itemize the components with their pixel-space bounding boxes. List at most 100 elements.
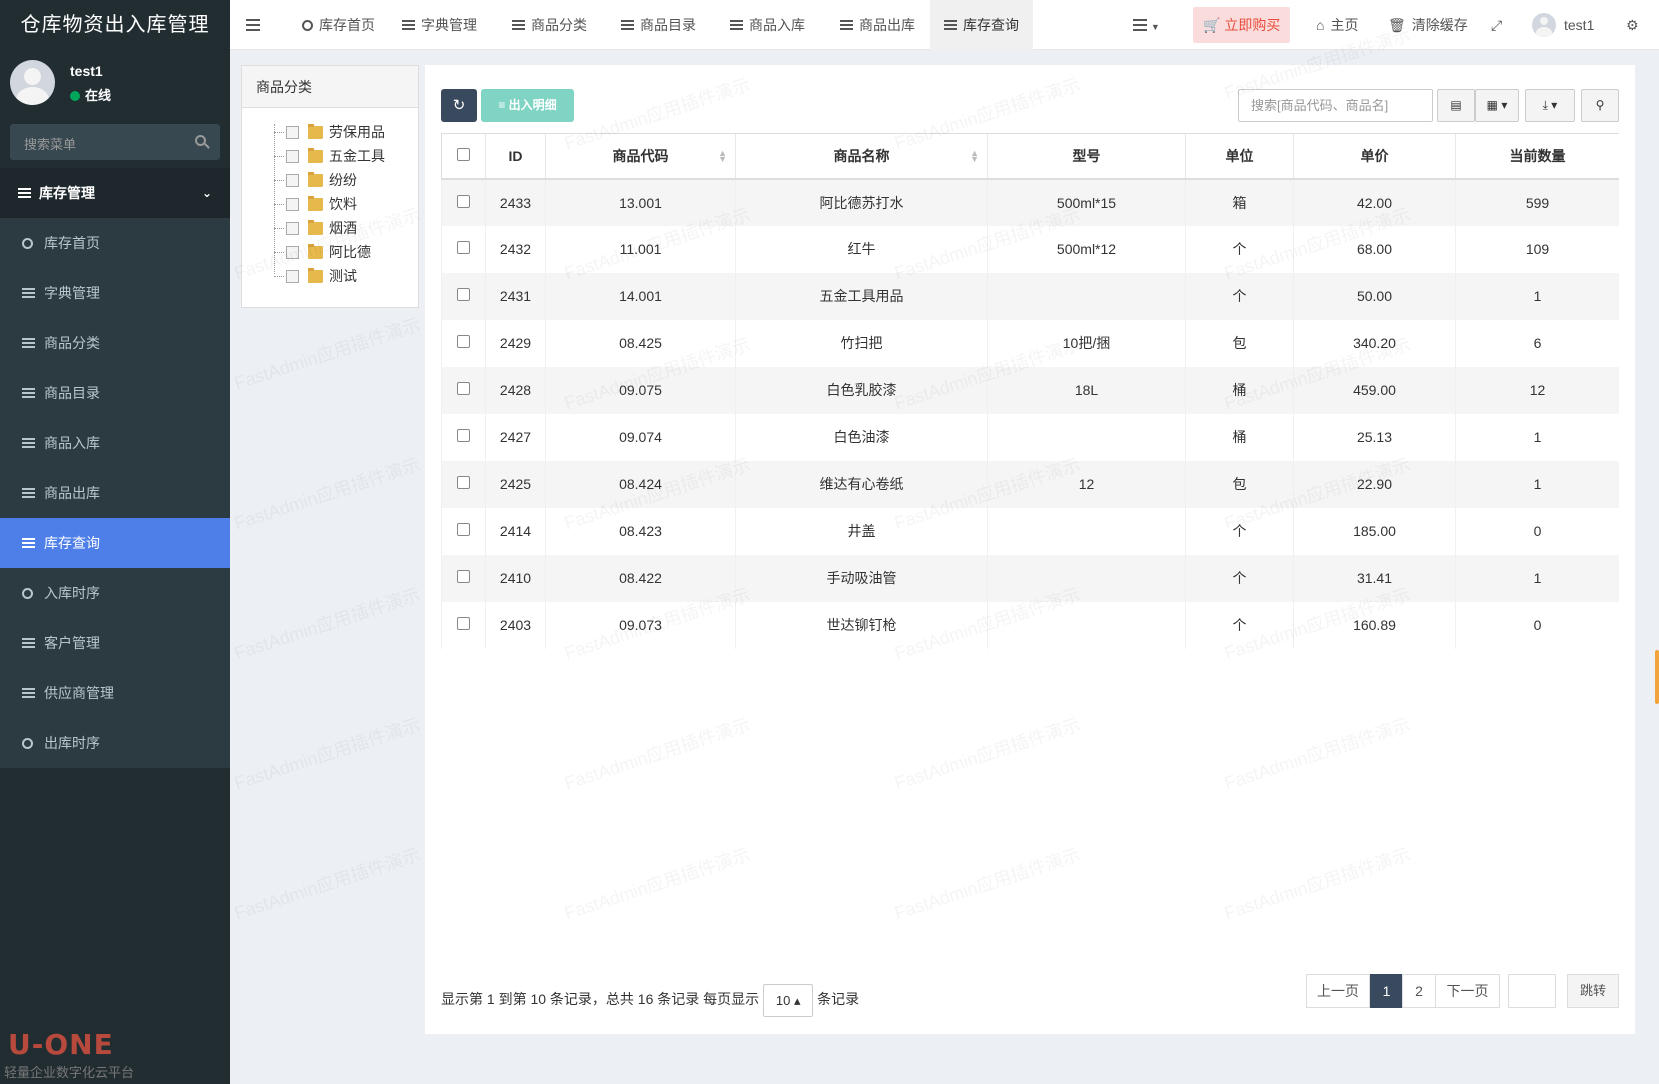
tree-checkbox[interactable] <box>286 246 299 259</box>
table-row[interactable]: 2403 09.073 世达铆钉枪 个 160.89 0 <box>441 601 1619 649</box>
row-checkbox[interactable] <box>457 241 470 254</box>
tab-6[interactable]: 库存查询 <box>930 0 1033 50</box>
select-all-checkbox[interactable] <box>457 147 470 161</box>
columns-button[interactable]: ▦ ▾ <box>1475 89 1519 122</box>
row-checkbox[interactable] <box>457 335 470 348</box>
tree-node-label: 劳保用品 <box>329 124 385 140</box>
table-row[interactable]: 2428 09.075 白色乳胶漆 18L 桶 459.00 12 <box>441 366 1619 414</box>
table-row[interactable]: 2410 08.422 手动吸油管 个 31.41 1 <box>441 554 1619 602</box>
refresh-button[interactable]: ↻ <box>441 89 477 122</box>
toggle-view-button[interactable]: ▤ <box>1437 89 1475 122</box>
tree-checkbox[interactable] <box>286 222 299 235</box>
tree-node[interactable]: 烟酒 <box>286 216 357 240</box>
row-checkbox[interactable] <box>457 523 470 536</box>
sidebar-item-label: 商品分类 <box>44 335 100 351</box>
list-icon <box>22 618 38 668</box>
tab-0[interactable]: 库存首页 <box>288 0 389 50</box>
table-row[interactable]: 2433 13.001 阿比德苏打水 500ml*15 箱 42.00 599 <box>441 178 1619 226</box>
sidebar-item-5[interactable]: 商品出库 <box>0 468 230 518</box>
list-icon <box>22 668 38 718</box>
header-model[interactable]: 型号 <box>987 133 1186 180</box>
menu-section-inventory[interactable]: 库存管理 ⌄ <box>0 168 230 218</box>
header-price[interactable]: 单价 <box>1293 133 1456 180</box>
table-cell: 包 <box>1185 319 1294 367</box>
prev-page-button[interactable]: 上一页 <box>1306 974 1370 1008</box>
sidebar-item-10[interactable]: 出库时序 <box>0 718 230 768</box>
grid-icon: ▦ <box>1486 98 1498 112</box>
table-cell: 个 <box>1185 225 1294 273</box>
advanced-search-button[interactable]: ⚲ <box>1581 89 1619 122</box>
user-menu[interactable]: test1 <box>1532 0 1594 50</box>
tree-node[interactable]: 五金工具 <box>286 144 385 168</box>
table-row[interactable]: 2432 11.001 红牛 500ml*12 个 68.00 109 <box>441 225 1619 273</box>
sidebar-item-8[interactable]: 客户管理 <box>0 618 230 668</box>
next-page-button[interactable]: 下一页 <box>1435 974 1500 1008</box>
header-quantity[interactable]: 当前数量 <box>1455 133 1619 180</box>
buy-now-button[interactable]: 🛒 立即购买 <box>1193 7 1291 43</box>
row-checkbox[interactable] <box>457 429 470 442</box>
table-search-input[interactable]: 搜索[商品代码、商品名] <box>1238 89 1433 122</box>
tree-node[interactable]: 劳保用品 <box>286 120 385 144</box>
tree-node[interactable]: 纷纷 <box>286 168 357 192</box>
fullscreen-button[interactable]: ⤢ <box>1491 0 1502 50</box>
more-menu-button[interactable]: ▼ <box>1133 0 1160 50</box>
table-cell: 500ml*12 <box>987 225 1186 273</box>
row-checkbox[interactable] <box>457 288 470 301</box>
tab-4[interactable]: 商品入库 <box>716 0 819 50</box>
sidebar-item-3[interactable]: 商品目录 <box>0 368 230 418</box>
in-out-detail-button[interactable]: ≡ 出入明细 <box>481 89 574 122</box>
row-checkbox[interactable] <box>457 617 470 630</box>
row-checkbox[interactable] <box>457 382 470 395</box>
row-checkbox[interactable] <box>457 570 470 583</box>
sidebar-item-0[interactable]: 库存首页 <box>0 218 230 268</box>
table-row[interactable]: 2414 08.423 井盖 个 185.00 0 <box>441 507 1619 555</box>
settings-button[interactable]: ⚙ <box>1626 0 1639 50</box>
sidebar-item-label: 库存查询 <box>44 535 100 551</box>
page-1-button[interactable]: 1 <box>1370 974 1403 1008</box>
export-button[interactable]: ⤓ ▾ <box>1525 89 1575 122</box>
table-row[interactable]: 2429 08.425 竹扫把 10把/捆包 340.20 6 <box>441 319 1619 367</box>
header-code[interactable]: 商品代码 ▲ ▼ <box>545 133 736 180</box>
tree-checkbox[interactable] <box>286 198 299 211</box>
home-link[interactable]: ⌂ 主页 <box>1316 0 1358 50</box>
sidebar-item-1[interactable]: 字典管理 <box>0 268 230 318</box>
tab-5[interactable]: 商品出库 <box>826 0 929 50</box>
sidebar-item-7[interactable]: 入库时序 <box>0 568 230 618</box>
tab-2[interactable]: 商品分类 <box>498 0 601 50</box>
table-row[interactable]: 2427 09.074 白色油漆 桶 25.13 1 <box>441 413 1619 461</box>
jump-page-input[interactable] <box>1508 974 1556 1008</box>
list-icon <box>22 468 38 518</box>
sidebar-item-2[interactable]: 商品分类 <box>0 318 230 368</box>
sidebar-item-9[interactable]: 供应商管理 <box>0 668 230 718</box>
header-name[interactable]: 商品名称 ▲ ▼ <box>735 133 988 180</box>
tab-1[interactable]: 字典管理 <box>388 0 491 50</box>
page-size-select[interactable]: 10 ▴ <box>763 983 814 1017</box>
row-checkbox[interactable] <box>457 194 470 208</box>
table-row[interactable]: 2431 14.001 五金工具用品 个 50.00 1 <box>441 272 1619 320</box>
search-icon[interactable] <box>195 135 206 146</box>
tree-node[interactable]: 阿比德 <box>286 240 371 264</box>
tab-3[interactable]: 商品目录 <box>607 0 710 50</box>
tree-node[interactable]: 饮料 <box>286 192 357 216</box>
sidebar-toggle-button[interactable] <box>246 0 260 50</box>
tree-checkbox[interactable] <box>286 270 299 283</box>
circle-icon <box>22 568 38 618</box>
table-cell: 个 <box>1185 272 1294 320</box>
table-cell: 2428 <box>485 366 546 414</box>
tree-checkbox[interactable] <box>286 174 299 187</box>
jump-button[interactable]: 跳转 <box>1567 974 1619 1008</box>
pagination-info: 显示第 1 到第 10 条记录，总共 16 条记录 每页显示 10 ▴ 条记录 <box>441 982 859 1017</box>
header-id[interactable]: ID <box>485 133 546 180</box>
tree-node[interactable]: 测试 <box>286 264 357 288</box>
scrollbar-thumb[interactable] <box>1655 650 1659 704</box>
menu-search-input[interactable]: 搜索菜单 <box>10 124 220 160</box>
page-2-button[interactable]: 2 <box>1402 974 1436 1008</box>
row-checkbox[interactable] <box>457 476 470 489</box>
clear-cache-button[interactable]: 🗑 清除缓存 <box>1388 0 1468 50</box>
sidebar-item-6[interactable]: 库存查询 <box>0 518 230 568</box>
tree-checkbox[interactable] <box>286 150 299 163</box>
table-row[interactable]: 2425 08.424 维达有心卷纸 12 包 22.90 1 <box>441 460 1619 508</box>
sidebar-item-4[interactable]: 商品入库 <box>0 418 230 468</box>
header-unit[interactable]: 单位 <box>1185 133 1294 180</box>
tree-checkbox[interactable] <box>286 126 299 139</box>
